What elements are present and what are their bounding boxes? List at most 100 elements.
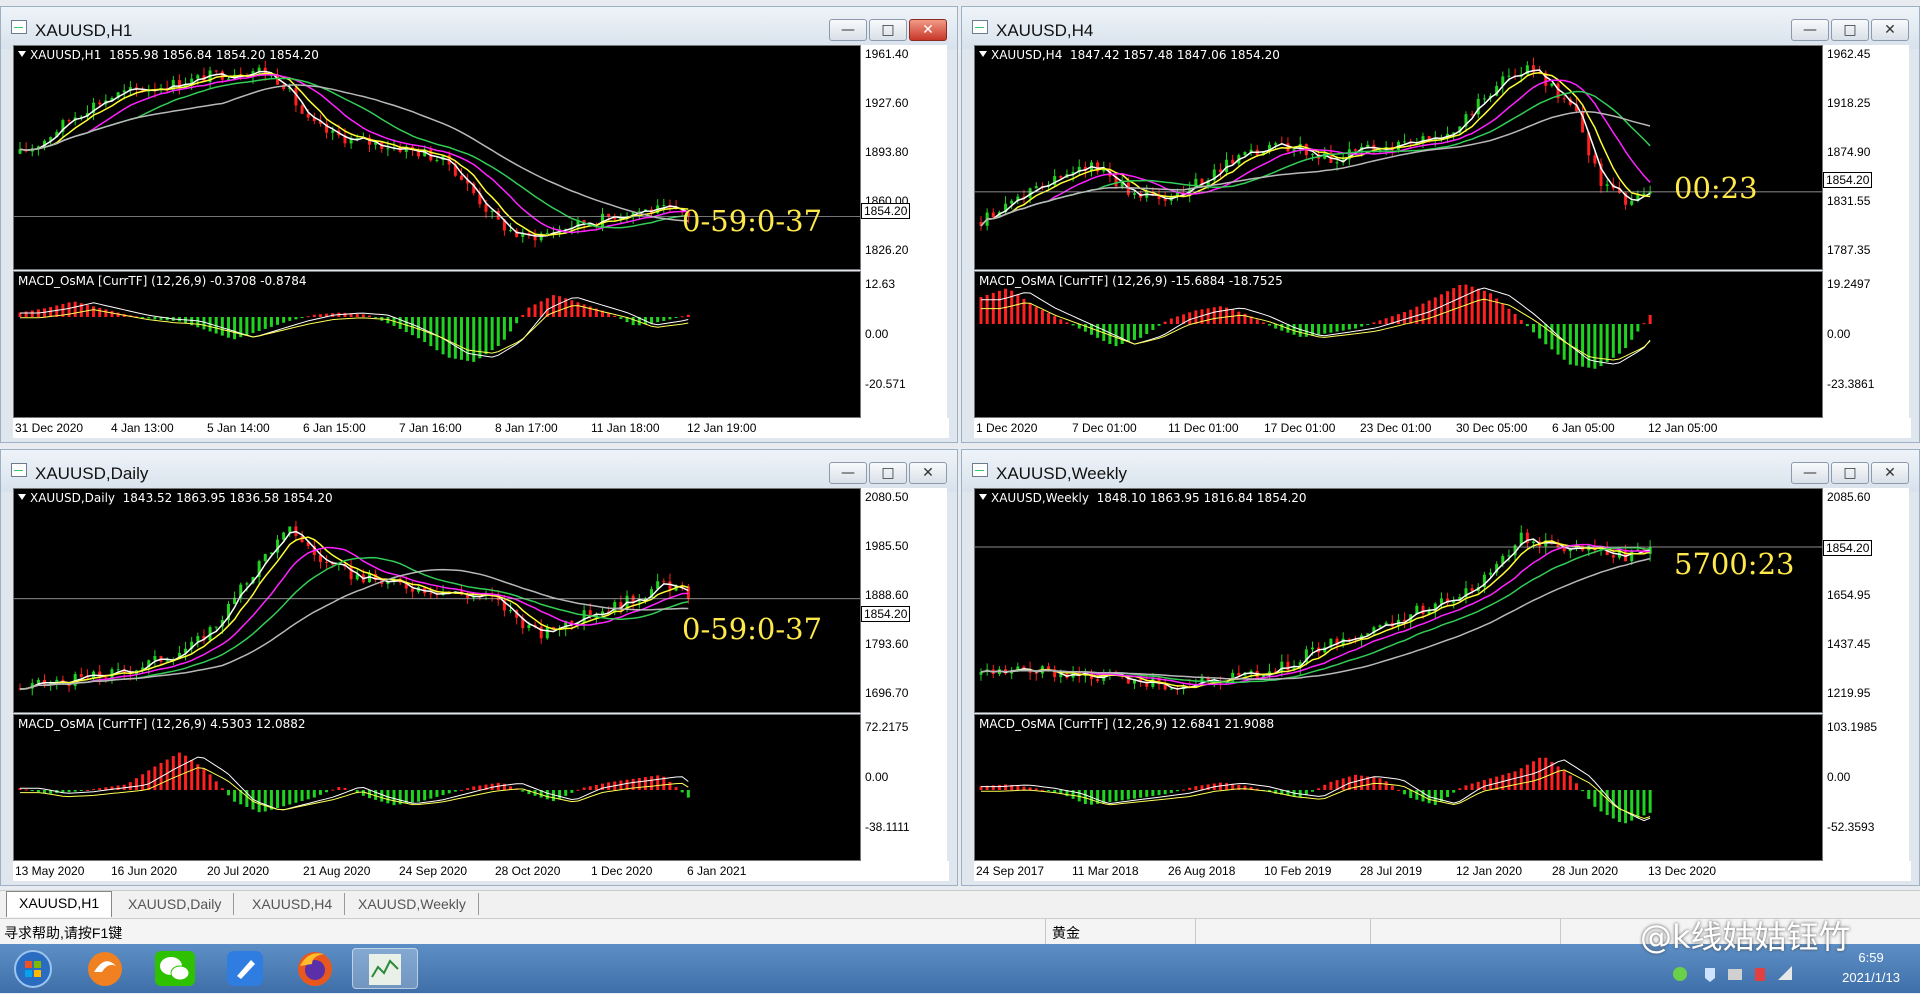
window-titlebar[interactable]: XAUUSD,H1 — □ ✕ — [1, 7, 957, 49]
candle-body — [226, 78, 230, 80]
candle-countdown-timer: 5700:23 — [1674, 547, 1795, 581]
chart-menu-arrow-icon[interactable] — [979, 494, 987, 500]
tab-xauusd-h4[interactable]: XAUUSD,H4 — [240, 893, 346, 915]
candle-body — [1243, 152, 1247, 156]
note-icon[interactable] — [220, 948, 270, 989]
maximize-button[interactable]: □ — [869, 462, 907, 484]
price-scale[interactable]: 1961.40 1927.60 1893.80 1860.00 1826.20 1854.… — [861, 45, 947, 418]
minimize-button[interactable]: — — [1791, 462, 1829, 484]
macd-histogram-bar — [558, 790, 562, 799]
candle-body — [662, 205, 666, 207]
chart-menu-arrow-icon[interactable] — [18, 494, 26, 500]
minimize-button[interactable]: — — [829, 19, 867, 41]
macd-histogram-bar — [294, 317, 298, 320]
candle-body — [1470, 114, 1474, 116]
macd-histogram-bar — [1464, 785, 1468, 790]
candle-body — [1482, 98, 1486, 100]
window-titlebar[interactable]: XAUUSD,H4 — □ ✕ — [962, 7, 1919, 49]
candle-body — [122, 90, 126, 93]
macd-histogram-bar — [1378, 320, 1382, 324]
window-titlebar[interactable]: XAUUSD,Daily — □ ✕ — [1, 450, 957, 492]
macd-histogram-bar — [1175, 316, 1179, 324]
macd-histogram-bar — [1366, 324, 1370, 325]
macd-histogram-bar — [429, 790, 433, 799]
macd-histogram-bar — [1489, 293, 1493, 324]
macd-histogram-bar — [1163, 321, 1167, 324]
current-price-box: 1854.20 — [861, 606, 911, 622]
macd-histogram-bar — [1433, 297, 1437, 324]
macd-chart[interactable]: MACD_OsMA [CurrTF] (12,26,9) -0.3708 -0.… — [13, 271, 861, 418]
macd-histogram-bar — [1556, 324, 1560, 355]
macd-tick-label: 12.63 — [865, 277, 896, 291]
close-button[interactable]: ✕ — [909, 462, 947, 484]
maximize-button[interactable]: □ — [1831, 19, 1869, 41]
macd-chart[interactable]: MACD_OsMA [CurrTF] (12,26,9) 12.6841 21.… — [974, 714, 1823, 861]
tab-xauusd-weekly[interactable]: XAUUSD,Weekly — [346, 893, 479, 915]
macd-histogram-bar — [73, 301, 77, 317]
tab-xauusd-daily[interactable]: XAUUSD,Daily — [116, 893, 235, 915]
time-tick-label: 4 Jan 13:00 — [111, 421, 174, 435]
macd-histogram-bar — [496, 317, 500, 346]
macd-histogram-bar — [1034, 306, 1038, 324]
minimize-button[interactable]: — — [1791, 19, 1829, 41]
close-button[interactable]: ✕ — [1871, 462, 1909, 484]
macd-histogram-bar — [1206, 308, 1210, 324]
candle-body — [300, 105, 304, 114]
macd-histogram-bar — [1642, 790, 1646, 816]
macd-histogram-bar — [1268, 324, 1272, 326]
price-scale[interactable]: 2080.50 1985.50 1888.60 1793.60 1696.70 1854.… — [861, 488, 947, 861]
chart-menu-arrow-icon[interactable] — [18, 51, 26, 57]
metatrader-icon[interactable] — [352, 948, 418, 989]
window-titlebar[interactable]: XAUUSD,Weekly — □ ✕ — [962, 450, 1919, 492]
macd-histogram-bar — [1108, 324, 1112, 345]
candle-body — [1630, 200, 1634, 205]
price-scale[interactable]: 1962.45 1918.25 1874.90 1831.55 1787.35 1854.… — [1823, 45, 1909, 418]
macd-histogram-bar — [1507, 773, 1511, 790]
maximize-button[interactable]: □ — [869, 19, 907, 41]
macd-histogram-bar — [991, 785, 995, 790]
macd-histogram-bar — [1636, 790, 1640, 819]
macd-histogram-bar — [1108, 790, 1112, 803]
macd-histogram-bar — [459, 789, 463, 791]
macd-chart[interactable]: MACD_OsMA [CurrTF] (12,26,9) -15.6884 -1… — [974, 271, 1823, 418]
price-tick-label: 1787.35 — [1827, 243, 1871, 257]
status-profile: 黄金 — [1052, 925, 1080, 941]
price-chart[interactable]: XAUUSD,Weekly 1848.10 1863.95 1816.84 18… — [974, 488, 1823, 713]
price-tick-label: 1219.95 — [1827, 686, 1871, 700]
chart-window-2: XAUUSD,Daily — □ ✕ XAUUSD,Daily 1843.52 … — [0, 449, 958, 886]
macd-histogram-bar — [85, 789, 89, 791]
price-scale[interactable]: 2085.601854.201654.951437.451219.951854.… — [1823, 488, 1909, 861]
candle-body — [282, 532, 286, 540]
candle-body — [165, 660, 169, 662]
chart-menu-arrow-icon[interactable] — [979, 51, 987, 57]
candle-body — [1310, 154, 1314, 156]
macd-histogram-bar — [1145, 324, 1149, 335]
macd-histogram-bar — [282, 790, 286, 807]
macd-histogram-bar — [1624, 790, 1628, 824]
start-orb-icon[interactable] — [8, 948, 58, 989]
macd-histogram-bar — [1482, 290, 1486, 324]
macd-histogram-bar — [435, 790, 439, 797]
macd-chart[interactable]: MACD_OsMA [CurrTF] (12,26,9) 4.5303 12.0… — [13, 714, 861, 861]
candle-body — [1237, 672, 1241, 676]
macd-histogram-bar — [441, 790, 445, 796]
close-button[interactable]: ✕ — [909, 19, 947, 41]
price-chart[interactable]: XAUUSD,H1 1855.98 1856.84 1854.20 1854.2… — [13, 45, 861, 270]
firefox-icon[interactable] — [290, 948, 340, 989]
macd-tick-label: 103.1985 — [1827, 720, 1878, 734]
tab-xauusd-h1[interactable]: XAUUSD,H1 — [6, 891, 113, 917]
maximize-button[interactable]: □ — [1831, 462, 1869, 484]
time-axis: 1 Dec 2020 7 Dec 01:00 11 Dec 01:00 17 Dec … — [974, 418, 1911, 438]
wechat-icon[interactable] — [150, 948, 200, 989]
macd-histogram-bar — [1378, 778, 1382, 790]
close-button[interactable]: ✕ — [1871, 19, 1909, 41]
browser-icon[interactable] — [80, 948, 130, 989]
price-chart[interactable]: XAUUSD,H4 1847.42 1857.48 1847.06 1854.2… — [974, 45, 1823, 270]
macd-histogram-bar — [1396, 789, 1400, 791]
macd-histogram-bar — [631, 317, 635, 326]
macd-histogram-bar — [1047, 790, 1051, 792]
macd-histogram-bar — [515, 317, 519, 324]
macd-histogram-bar — [1390, 785, 1394, 790]
price-chart[interactable]: XAUUSD,Daily 1843.52 1863.95 1836.58 185… — [13, 488, 861, 713]
minimize-button[interactable]: — — [829, 462, 867, 484]
